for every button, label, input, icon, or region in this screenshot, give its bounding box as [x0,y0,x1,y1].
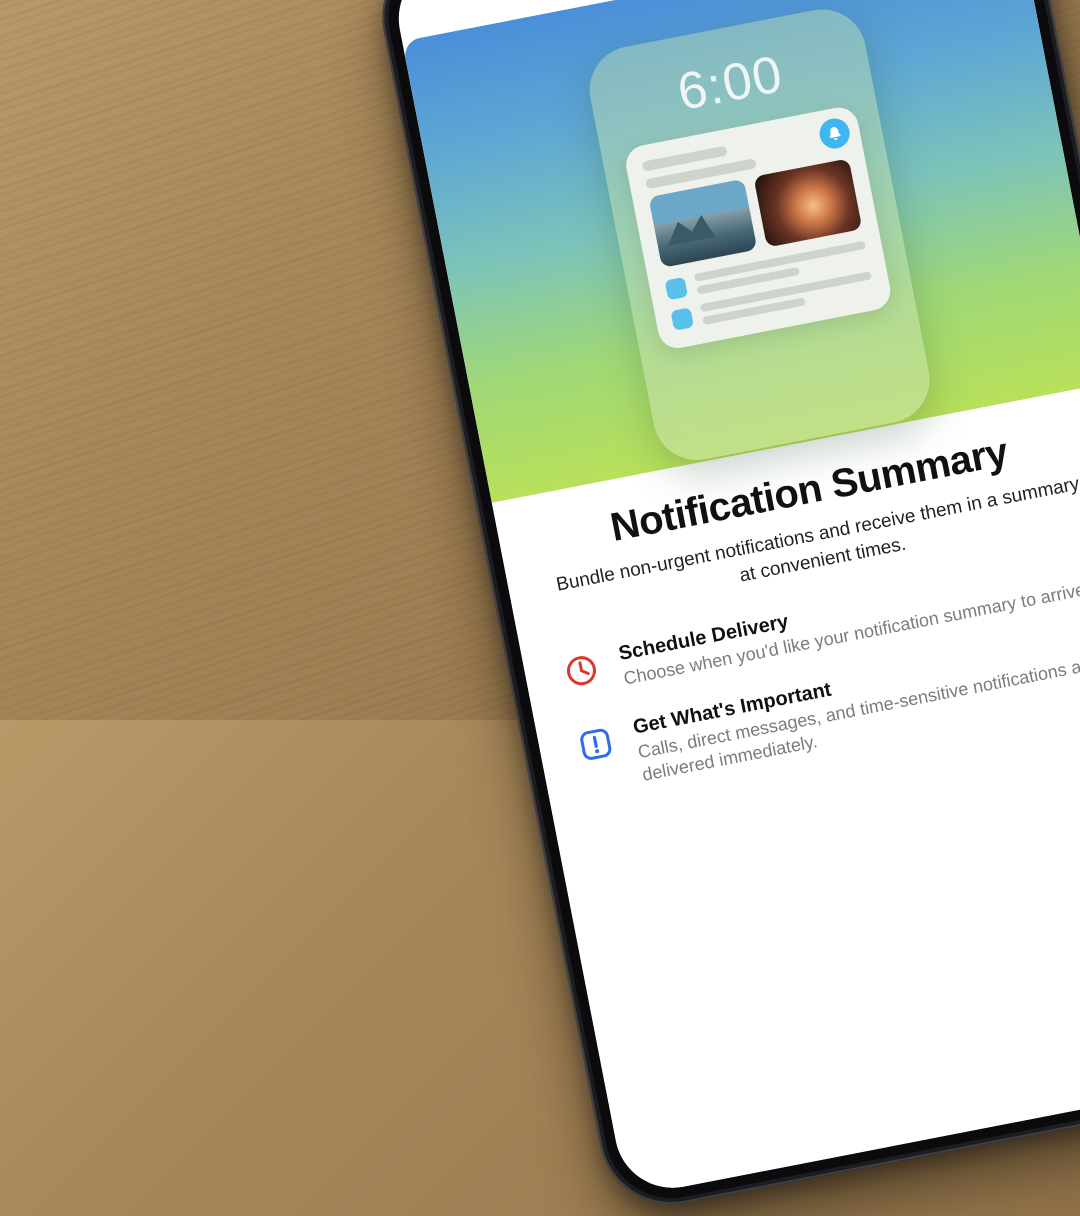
chevron-left-icon: ◀ [423,0,436,16]
summary-card-illustration [623,104,894,351]
clock-icon [558,648,605,695]
mini-phone-illustration: 6:00 [582,2,937,468]
priority-icon [572,721,619,768]
app-icon-placeholder [670,307,693,330]
thumbnail-sunset [753,158,862,247]
thumbnail-landscape [648,179,757,268]
bell-icon [817,116,852,151]
back-label: Search [435,0,478,14]
onboarding-sheet: 6:00 [402,0,1080,1198]
app-icon-placeholder [665,276,688,299]
phone-screen: 1:29 ◀ Search [389,0,1080,1198]
phone-body: 1:29 ◀ Search [370,0,1080,1216]
iphone-device: 1:29 ◀ Search [370,0,1080,1216]
